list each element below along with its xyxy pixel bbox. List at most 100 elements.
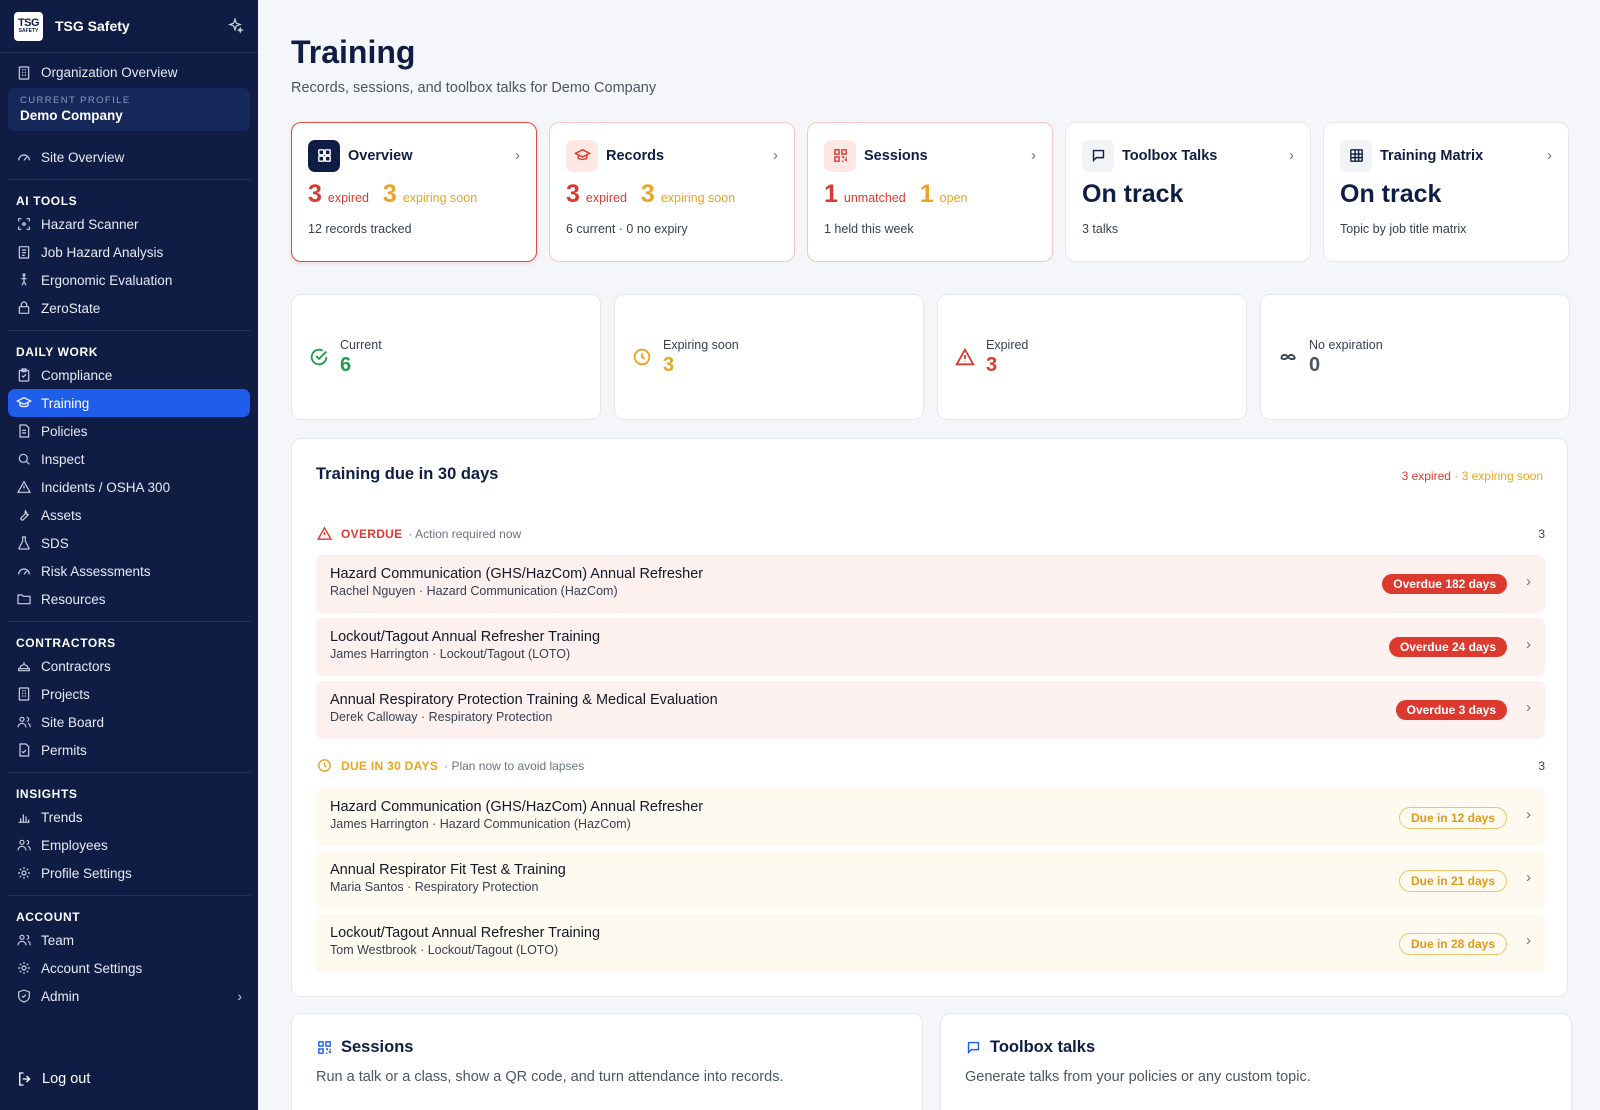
- alert-triangle-icon: [954, 346, 976, 368]
- due-row[interactable]: Annual Respirator Fit Test & Training Ma…: [316, 851, 1545, 909]
- tab-footnote: 6 current · 0 no expiry: [566, 222, 688, 236]
- chevron-right-icon: ›: [773, 147, 778, 164]
- status-badge: Due in 21 days: [1398, 870, 1507, 892]
- sidebar-item-assets[interactable]: Assets: [8, 501, 250, 529]
- due-row[interactable]: Lockout/Tagout Annual Refresher Training…: [316, 618, 1545, 676]
- sidebar-item-label: Account Settings: [41, 960, 143, 976]
- sidebar-section-ai-tools: AI TOOLS: [16, 194, 78, 208]
- training-due-panel: Training due in 30 days 3 expired · 3 ex…: [291, 438, 1568, 997]
- clipboard-check-icon: [16, 367, 32, 383]
- due-row[interactable]: Annual Respiratory Protection Training &…: [316, 681, 1545, 739]
- sidebar-item-label: Resources: [41, 591, 106, 607]
- chevron-right-icon: ›: [1526, 806, 1531, 823]
- page-title: Training: [291, 34, 416, 70]
- due-row[interactable]: Hazard Communication (GHS/HazCom) Annual…: [316, 555, 1545, 613]
- chevron-right-icon: ›: [1289, 147, 1294, 164]
- toolbox-talks-card[interactable]: Toolbox talks Generate talks from your p…: [940, 1013, 1572, 1110]
- sidebar-item-contractors[interactable]: Contractors: [8, 652, 250, 680]
- sidebar-item-ergonomic-evaluation[interactable]: Ergonomic Evaluation: [8, 266, 250, 294]
- sidebar-item-label: Inspect: [41, 451, 85, 467]
- sidebar-item-incidents-osha-300[interactable]: Incidents / OSHA 300: [8, 473, 250, 501]
- sidebar-item-zerostate[interactable]: ZeroState: [8, 294, 250, 322]
- qr-code-icon: [824, 139, 856, 172]
- sidebar-item-hazard-scanner[interactable]: Hazard Scanner: [8, 210, 250, 238]
- users-icon: [16, 932, 32, 948]
- grid-icon: [308, 139, 340, 172]
- infinity-icon: [1277, 346, 1299, 368]
- sidebar-item-account-settings[interactable]: Account Settings: [8, 954, 250, 982]
- sidebar-item-label: Policies: [41, 423, 88, 439]
- sidebar-item-sds[interactable]: SDS: [8, 529, 250, 557]
- stat-label: Expired: [986, 337, 1029, 352]
- building-icon: [16, 686, 32, 702]
- due-row[interactable]: Lockout/Tagout Annual Refresher Training…: [316, 914, 1545, 972]
- message-icon: [1082, 139, 1114, 172]
- stat-no-expiration: No expiration 0: [1260, 294, 1570, 420]
- sidebar-item-job-hazard-analysis[interactable]: Job Hazard Analysis: [8, 238, 250, 266]
- sidebar-item-profile-settings[interactable]: Profile Settings: [8, 859, 250, 887]
- sidebar-item-site-board[interactable]: Site Board: [8, 708, 250, 736]
- sidebar-item-resources[interactable]: Resources: [8, 585, 250, 613]
- sidebar-item-permits[interactable]: Permits: [8, 736, 250, 764]
- tab-title: Overview: [348, 147, 413, 164]
- due-row[interactable]: Hazard Communication (GHS/HazCom) Annual…: [316, 788, 1545, 846]
- bar-chart-icon: [16, 809, 32, 825]
- scan-icon: [16, 216, 32, 232]
- sidebar-item-label: Training: [41, 395, 90, 411]
- sidebar-item-training[interactable]: Training: [8, 389, 250, 417]
- tab-title: Records: [606, 147, 665, 164]
- sparkle-icon[interactable]: [226, 17, 244, 35]
- sidebar-item-team[interactable]: Team: [8, 926, 250, 954]
- training-tabs: Overview › 3 expired 3 expiring soon 12 …: [291, 122, 1569, 262]
- tab-sessions[interactable]: Sessions › 1 unmatched 1 open 1 held thi…: [807, 122, 1053, 262]
- group-count: 3: [1538, 526, 1545, 541]
- card-description: Run a talk or a class, show a QR code, a…: [316, 1069, 784, 1085]
- sidebar-item-label: Site Overview: [41, 149, 125, 165]
- sidebar-item-label: Projects: [41, 686, 90, 702]
- expiring-count: 3: [382, 180, 397, 208]
- gear-icon: [16, 960, 32, 976]
- tab-overview[interactable]: Overview › 3 expired 3 expiring soon 12 …: [291, 122, 537, 262]
- sidebar-item-label: Permits: [41, 742, 87, 758]
- sidebar-item-label: SDS: [41, 535, 69, 551]
- sidebar-item-inspect[interactable]: Inspect: [8, 445, 250, 473]
- sidebar-item-employees[interactable]: Employees: [8, 831, 250, 859]
- unmatched-count: 1: [824, 180, 838, 208]
- tab-status: On track: [1082, 180, 1184, 208]
- expiring-label: expiring soon: [402, 191, 478, 205]
- chevron-right-icon: ›: [515, 147, 520, 164]
- sidebar-item-label: Site Board: [41, 714, 105, 730]
- tsg-logo[interactable]: TSG SAFETY: [14, 11, 43, 41]
- expired-count: 3: [566, 180, 580, 208]
- sidebar-section-account: ACCOUNT: [16, 910, 81, 924]
- sidebar-item-projects[interactable]: Projects: [8, 680, 250, 708]
- sidebar-item-admin[interactable]: Admin ›: [8, 982, 250, 1010]
- sidebar-item-compliance[interactable]: Compliance: [8, 361, 250, 389]
- sidebar-item-label: Employees: [41, 837, 108, 853]
- tab-toolbox-talks[interactable]: Toolbox Talks › On track 3 talks: [1065, 122, 1311, 262]
- sidebar-item-risk-assessments[interactable]: Risk Assessments: [8, 557, 250, 585]
- stat-value: 0: [1309, 353, 1321, 376]
- tab-training-matrix[interactable]: Training Matrix › On track Topic by job …: [1323, 122, 1569, 262]
- file-check-icon: [16, 742, 32, 758]
- sessions-card[interactable]: Sessions Run a talk or a class, show a Q…: [291, 1013, 923, 1110]
- sidebar-item-organization-overview[interactable]: Organization Overview: [8, 57, 250, 88]
- sidebar-item-label: Hazard Scanner: [41, 216, 139, 232]
- current-profile-card[interactable]: CURRENT PROFILE Demo Company: [8, 88, 250, 131]
- expiring-label: expiring soon: [660, 191, 736, 205]
- sidebar: TSG SAFETY TSG Safety Organization Overv…: [0, 0, 258, 1110]
- clipboard-list-icon: [16, 244, 32, 260]
- sidebar-item-trends[interactable]: Trends: [8, 803, 250, 831]
- chevron-right-icon: ›: [1031, 147, 1036, 164]
- stat-expired: Expired 3: [937, 294, 1247, 420]
- sidebar-item-policies[interactable]: Policies: [8, 417, 250, 445]
- tab-title: Sessions: [864, 147, 928, 164]
- status-badge: Overdue 3 days: [1395, 700, 1507, 720]
- tab-records[interactable]: Records › 3 expired 3 expiring soon 6 cu…: [549, 122, 795, 262]
- status-badge: Due in 28 days: [1398, 933, 1507, 955]
- logout-button[interactable]: Log out: [16, 1070, 90, 1088]
- gauge-icon: [16, 149, 32, 165]
- tab-footnote: 3 talks: [1082, 222, 1119, 236]
- sidebar-item-label: Team: [41, 932, 75, 948]
- sidebar-item-site-overview[interactable]: Site Overview: [8, 143, 250, 171]
